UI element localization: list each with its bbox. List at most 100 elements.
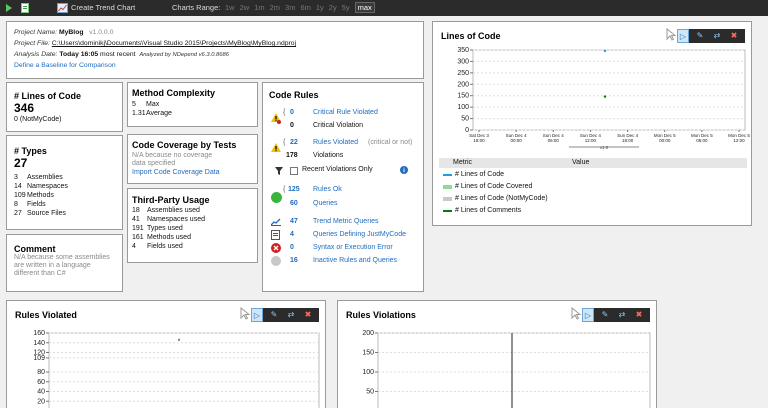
link-tool-icon[interactable]: ⇄ xyxy=(285,308,297,322)
metric-table-header: Metric Value xyxy=(439,158,747,168)
import-coverage-link[interactable]: Import Code Coverage Data xyxy=(132,169,220,176)
comment-box: Comment N/A because some assemblies are … xyxy=(6,234,123,292)
trend-chart-icon[interactable] xyxy=(57,3,68,13)
link-tool-icon[interactable]: ⇄ xyxy=(711,29,723,43)
y-tick-label: 140 xyxy=(33,340,45,347)
code-coverage-note: N/A because no coverage data specified xyxy=(132,152,213,167)
rules-violated-plot: 16014012010980604020 xyxy=(33,330,320,408)
pen-tool-icon[interactable]: ✎ xyxy=(268,308,280,322)
range-6m[interactable]: 6m xyxy=(300,3,310,12)
select-tool-icon[interactable]: ▷ xyxy=(251,308,263,322)
range-2y[interactable]: 2y xyxy=(329,3,337,12)
range-max[interactable]: max xyxy=(354,2,375,13)
info-icon[interactable] xyxy=(400,166,408,174)
y-tick-label: 350 xyxy=(457,47,469,54)
count-value: 18 xyxy=(132,207,140,214)
count-value: 4 xyxy=(132,243,136,250)
method-complexity-list: 5 Max 1.31Average xyxy=(132,101,172,117)
rules-violated-chart-panel: Rules Violated ▷ ✎ ⇄ ✖ 160 140 120 109 80 60 4… xyxy=(6,300,326,408)
run-analysis-icon[interactable] xyxy=(4,3,14,13)
y-tick-label: 150 xyxy=(457,93,469,100)
cursor-icon[interactable] xyxy=(665,28,677,42)
legend-label: # Lines of Code (NotMyCode) xyxy=(455,195,548,202)
project-info-box: Project Name: MyBlog v1.0.0.0 Project Fi… xyxy=(6,21,424,79)
list-item: 161 Methods used xyxy=(132,233,191,242)
y-tick-label: 200 xyxy=(362,330,374,337)
rules-violations-toolbar: ▷ ✎ ⇄ ✖ xyxy=(582,308,650,322)
trend-metric-icon xyxy=(271,218,281,226)
close-chart-icon[interactable]: ✖ xyxy=(633,308,645,322)
charts-range-label: Charts Range: xyxy=(172,3,221,12)
code-rules-title: Code Rules xyxy=(269,90,319,100)
data-point[interactable] xyxy=(177,338,181,342)
range-2w[interactable]: 2w xyxy=(240,3,250,12)
pen-tool-icon[interactable]: ✎ xyxy=(694,29,706,43)
range-1w[interactable]: 1w xyxy=(225,3,235,12)
x-tick-label: 12:00 xyxy=(733,138,745,143)
project-name-row: Project Name: MyBlog v1.0.0.0 xyxy=(14,29,114,36)
pen-tool-icon[interactable]: ✎ xyxy=(599,308,611,322)
project-file-link[interactable]: C:\Users\dominikj\Documents\Visual Studi… xyxy=(52,40,296,47)
x-tick-label: 18:00 xyxy=(622,138,634,143)
legend-swatch xyxy=(443,197,452,201)
range-3m[interactable]: 3m xyxy=(285,3,295,12)
count-value: 109 xyxy=(14,192,26,199)
list-item: 18 Assemblies used xyxy=(132,206,200,215)
analysis-date-row: Analysis Date: Today 16:05 most recent A… xyxy=(14,51,229,58)
data-point[interactable] xyxy=(603,95,607,98)
cursor-icon[interactable] xyxy=(570,307,582,321)
define-baseline-link[interactable]: Define a Baseline for Comparison xyxy=(14,62,116,69)
close-chart-icon[interactable]: ✖ xyxy=(302,308,314,322)
plot-area[interactable] xyxy=(48,332,320,408)
report-icon[interactable] xyxy=(20,3,30,13)
cursor-icon[interactable] xyxy=(239,307,251,321)
third-party-title: Third-Party Usage xyxy=(132,195,210,205)
loc-title: # Lines of Code xyxy=(14,91,82,101)
project-file-row: Project File: C:\Users\dominikj\Document… xyxy=(14,40,297,47)
list-item: 4 Fields used xyxy=(132,242,183,251)
legend-label: # Lines of Comments xyxy=(455,207,522,214)
list-item: 3 Assemblies xyxy=(14,173,63,182)
count-value: 14 xyxy=(14,183,22,190)
create-trend-chart-button[interactable]: Create Trend Chart xyxy=(71,0,135,16)
loc-chart-toolbar: ▷ ✎ ⇄ ✖ xyxy=(677,29,745,43)
x-tick-label: 06:00 xyxy=(548,138,560,143)
lines-of-code-box: # Lines of Code 346 0 (NotMyCode) xyxy=(6,82,123,132)
x-tick-label: 00:00 xyxy=(511,138,523,143)
loc-notmycode: 0 (NotMyCode) xyxy=(14,116,62,123)
select-tool-icon[interactable]: ▷ xyxy=(582,308,594,322)
legend-swatch xyxy=(443,185,452,189)
count-label: Types used xyxy=(147,225,183,232)
y-tick-label: 100 xyxy=(457,104,469,111)
plot-area[interactable] xyxy=(472,49,746,131)
list-item: 27 Source Files xyxy=(14,209,66,218)
rules-violated-toolbar: ▷ ✎ ⇄ ✖ xyxy=(251,308,319,322)
project-version: v1.0.0.0 xyxy=(89,29,114,36)
rules-violated-title: Rules Violated xyxy=(15,310,77,320)
link-tool-icon[interactable]: ⇄ xyxy=(616,308,628,322)
range-2m[interactable]: 2m xyxy=(270,3,280,12)
method-complexity-title: Method Complexity xyxy=(132,88,216,98)
data-point[interactable] xyxy=(603,49,607,53)
rules-ok-icon xyxy=(271,192,282,203)
select-tool-icon[interactable]: ▷ xyxy=(677,29,689,43)
close-chart-icon[interactable]: ✖ xyxy=(728,29,740,43)
count-value: 8 xyxy=(14,201,18,208)
charts-range-selector[interactable]: 1w 2w 1m 2m 3m 6m 1y 2y 5y max xyxy=(225,0,380,16)
y-tick-label: 200 xyxy=(457,81,469,88)
rules-violations-plot: 200 150 100 50 xyxy=(362,330,651,408)
x-tick-label: 00:00 xyxy=(659,138,671,143)
y-tick-label: 50 xyxy=(461,116,469,123)
y-tick-label: 60 xyxy=(37,379,45,386)
recent-violations-checkbox[interactable] xyxy=(290,167,298,175)
third-party-box: Third-Party Usage 18 Assemblies used 41 Nam… xyxy=(127,188,258,263)
loc-chart-title: Lines of Code xyxy=(441,31,501,41)
count-label: Methods xyxy=(27,192,54,199)
range-1m[interactable]: 1m xyxy=(254,3,264,12)
y-tick-label: 20 xyxy=(37,398,45,405)
legend-swatch xyxy=(443,174,452,176)
lines-of-code-chart-panel: Lines of Code ▷ ✎ ⇄ ✖ 350 300 250 200 150 100… xyxy=(432,21,752,226)
plot-area[interactable] xyxy=(377,332,651,408)
range-1y[interactable]: 1y xyxy=(316,3,324,12)
range-5y[interactable]: 5y xyxy=(342,3,350,12)
